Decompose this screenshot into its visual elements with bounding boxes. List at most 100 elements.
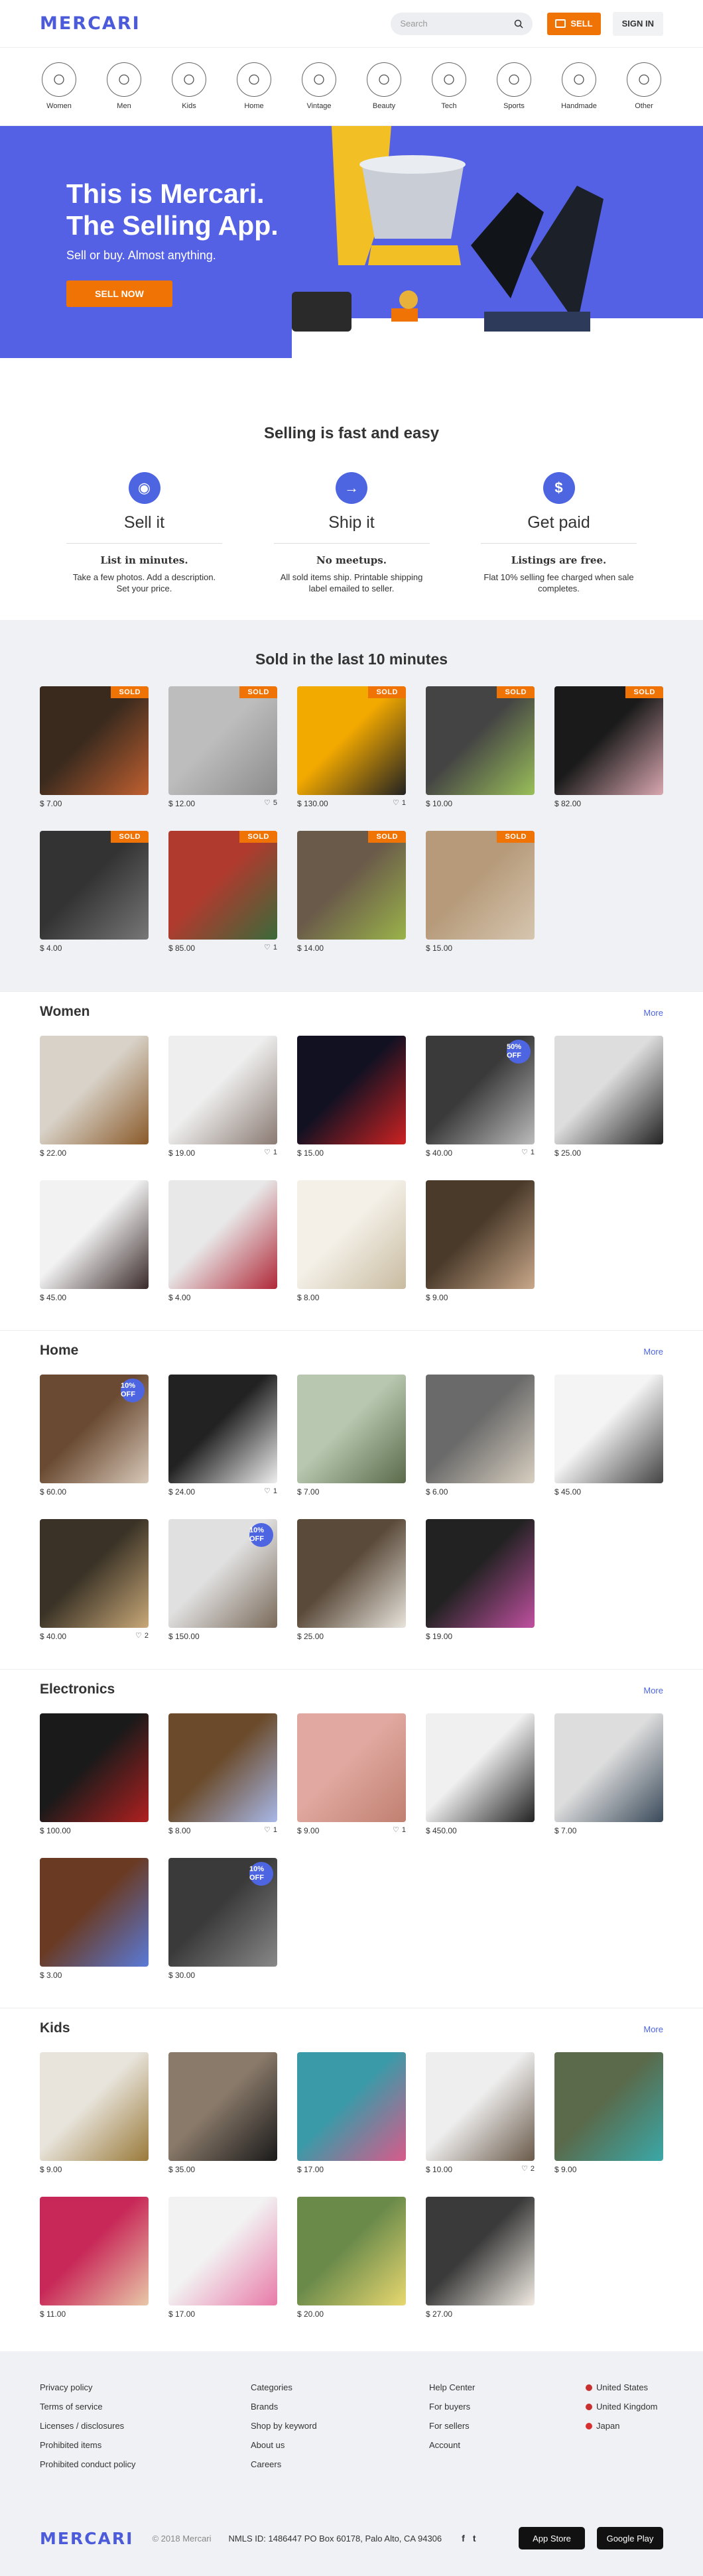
footer-link[interactable]: United Kingdom [586, 2402, 658, 2412]
category-beauty[interactable]: Beauty [363, 62, 405, 125]
category-home[interactable]: Home [233, 62, 275, 125]
product-card[interactable]: $ 9.00 ♡ 1 [297, 1713, 406, 1843]
product-image[interactable] [297, 2197, 406, 2305]
product-image[interactable]: SOLD [297, 686, 406, 795]
product-card[interactable]: $ 4.00 [168, 1180, 277, 1310]
category-kids[interactable]: Kids [168, 62, 210, 125]
footer-link[interactable]: About us [251, 2440, 317, 2450]
product-image[interactable] [297, 2052, 406, 2161]
footer-link[interactable]: Prohibited conduct policy [40, 2459, 136, 2469]
category-other[interactable]: Other [623, 62, 665, 125]
product-image[interactable]: SOLD [168, 831, 277, 940]
footer-link[interactable]: Prohibited items [40, 2440, 136, 2450]
search-input[interactable]: Search [391, 12, 533, 35]
product-image[interactable]: SOLD [40, 831, 149, 940]
product-card[interactable]: SOLD $ 15.00 [426, 831, 535, 961]
more-link[interactable]: More [643, 2024, 663, 2034]
product-image[interactable] [168, 1180, 277, 1289]
more-link[interactable]: More [643, 1686, 663, 1695]
product-image[interactable] [40, 1858, 149, 1967]
product-image[interactable] [297, 1036, 406, 1144]
product-card[interactable]: $ 100.00 [40, 1713, 149, 1843]
product-card[interactable]: $ 11.00 [40, 2197, 149, 2327]
product-image[interactable] [554, 1036, 663, 1144]
product-card[interactable]: $ 9.00 [426, 1180, 535, 1310]
facebook-icon[interactable]: f [462, 2533, 465, 2544]
likes-count[interactable]: ♡ 1 [521, 1148, 535, 1157]
category-men[interactable]: Men [103, 62, 145, 125]
google-play-button[interactable]: Google Play [597, 2527, 663, 2549]
product-image[interactable] [40, 1036, 149, 1144]
product-image[interactable]: 10% OFF [168, 1519, 277, 1628]
product-card[interactable]: 10% OFF $ 150.00 [168, 1519, 277, 1649]
product-image[interactable]: 10% OFF [168, 1858, 277, 1967]
product-card[interactable]: $ 10.00 ♡ 2 [426, 2052, 535, 2182]
likes-count[interactable]: ♡ 1 [393, 1825, 406, 1835]
likes-count[interactable]: ♡ 2 [135, 1631, 149, 1640]
product-image[interactable] [168, 2052, 277, 2161]
product-card[interactable]: $ 8.00 ♡ 1 [168, 1713, 277, 1843]
product-image[interactable]: 10% OFF [40, 1375, 149, 1483]
sell-now-button[interactable]: SELL NOW [66, 280, 172, 307]
product-image[interactable]: SOLD [297, 831, 406, 940]
product-card[interactable]: SOLD $ 12.00 ♡ 5 [168, 686, 277, 816]
product-image[interactable]: 50% OFF [426, 1036, 535, 1144]
product-image[interactable] [168, 1036, 277, 1144]
product-image[interactable]: SOLD [40, 686, 149, 795]
product-image[interactable] [426, 1180, 535, 1289]
product-image[interactable] [426, 1375, 535, 1483]
category-vintage[interactable]: Vintage [298, 62, 340, 125]
likes-count[interactable]: ♡ 1 [264, 1487, 277, 1496]
product-card[interactable]: SOLD $ 85.00 ♡ 1 [168, 831, 277, 961]
product-card[interactable]: SOLD $ 130.00 ♡ 1 [297, 686, 406, 816]
product-card[interactable]: $ 25.00 [297, 1519, 406, 1649]
category-handmade[interactable]: Handmade [558, 62, 600, 125]
product-image[interactable] [168, 1713, 277, 1822]
product-card[interactable]: $ 6.00 [426, 1375, 535, 1504]
product-card[interactable]: $ 19.00 [426, 1519, 535, 1649]
footer-link[interactable]: Shop by keyword [251, 2421, 317, 2431]
product-image[interactable] [168, 2197, 277, 2305]
product-card[interactable]: 50% OFF $ 40.00 ♡ 1 [426, 1036, 535, 1166]
product-image[interactable]: SOLD [168, 686, 277, 795]
product-image[interactable]: SOLD [426, 686, 535, 795]
product-image[interactable] [297, 1519, 406, 1628]
more-link[interactable]: More [643, 1008, 663, 1018]
signin-button[interactable]: SIGN IN [612, 11, 663, 36]
product-card[interactable]: $ 22.00 [40, 1036, 149, 1166]
footer-link[interactable]: Japan [586, 2421, 658, 2431]
twitter-icon[interactable]: t [473, 2533, 476, 2544]
product-image[interactable]: SOLD [554, 686, 663, 795]
product-image[interactable] [426, 1519, 535, 1628]
product-card[interactable]: $ 8.00 [297, 1180, 406, 1310]
footer-link[interactable]: Terms of service [40, 2402, 136, 2412]
product-image[interactable] [40, 1519, 149, 1628]
likes-count[interactable]: ♡ 2 [521, 2164, 535, 2174]
category-women[interactable]: Women [38, 62, 80, 125]
product-image[interactable] [554, 1375, 663, 1483]
product-card[interactable]: $ 35.00 [168, 2052, 277, 2182]
likes-count[interactable]: ♡ 1 [393, 798, 406, 808]
product-card[interactable]: $ 45.00 [40, 1180, 149, 1310]
product-image[interactable]: SOLD [426, 831, 535, 940]
product-card[interactable]: SOLD $ 7.00 [40, 686, 149, 816]
product-card[interactable]: $ 40.00 ♡ 2 [40, 1519, 149, 1649]
app-store-button[interactable]: App Store [519, 2527, 585, 2549]
search-icon[interactable] [514, 19, 523, 29]
product-image[interactable] [426, 2052, 535, 2161]
footer-link[interactable]: Brands [251, 2402, 317, 2412]
likes-count[interactable]: ♡ 1 [264, 1825, 277, 1835]
product-card[interactable]: $ 17.00 [297, 2052, 406, 2182]
product-card[interactable]: $ 15.00 [297, 1036, 406, 1166]
product-card[interactable]: 10% OFF $ 60.00 [40, 1375, 149, 1504]
product-image[interactable] [554, 2052, 663, 2161]
likes-count[interactable]: ♡ 1 [264, 1148, 277, 1157]
product-card[interactable]: $ 450.00 [426, 1713, 535, 1843]
product-card[interactable]: $ 9.00 [554, 2052, 663, 2182]
footer-link[interactable]: Categories [251, 2382, 317, 2392]
mercari-logo[interactable]: MERCARI [40, 13, 141, 34]
footer-link[interactable]: Careers [251, 2459, 317, 2469]
product-image[interactable] [554, 1713, 663, 1822]
product-image[interactable] [40, 2197, 149, 2305]
category-tech[interactable]: Tech [428, 62, 470, 125]
